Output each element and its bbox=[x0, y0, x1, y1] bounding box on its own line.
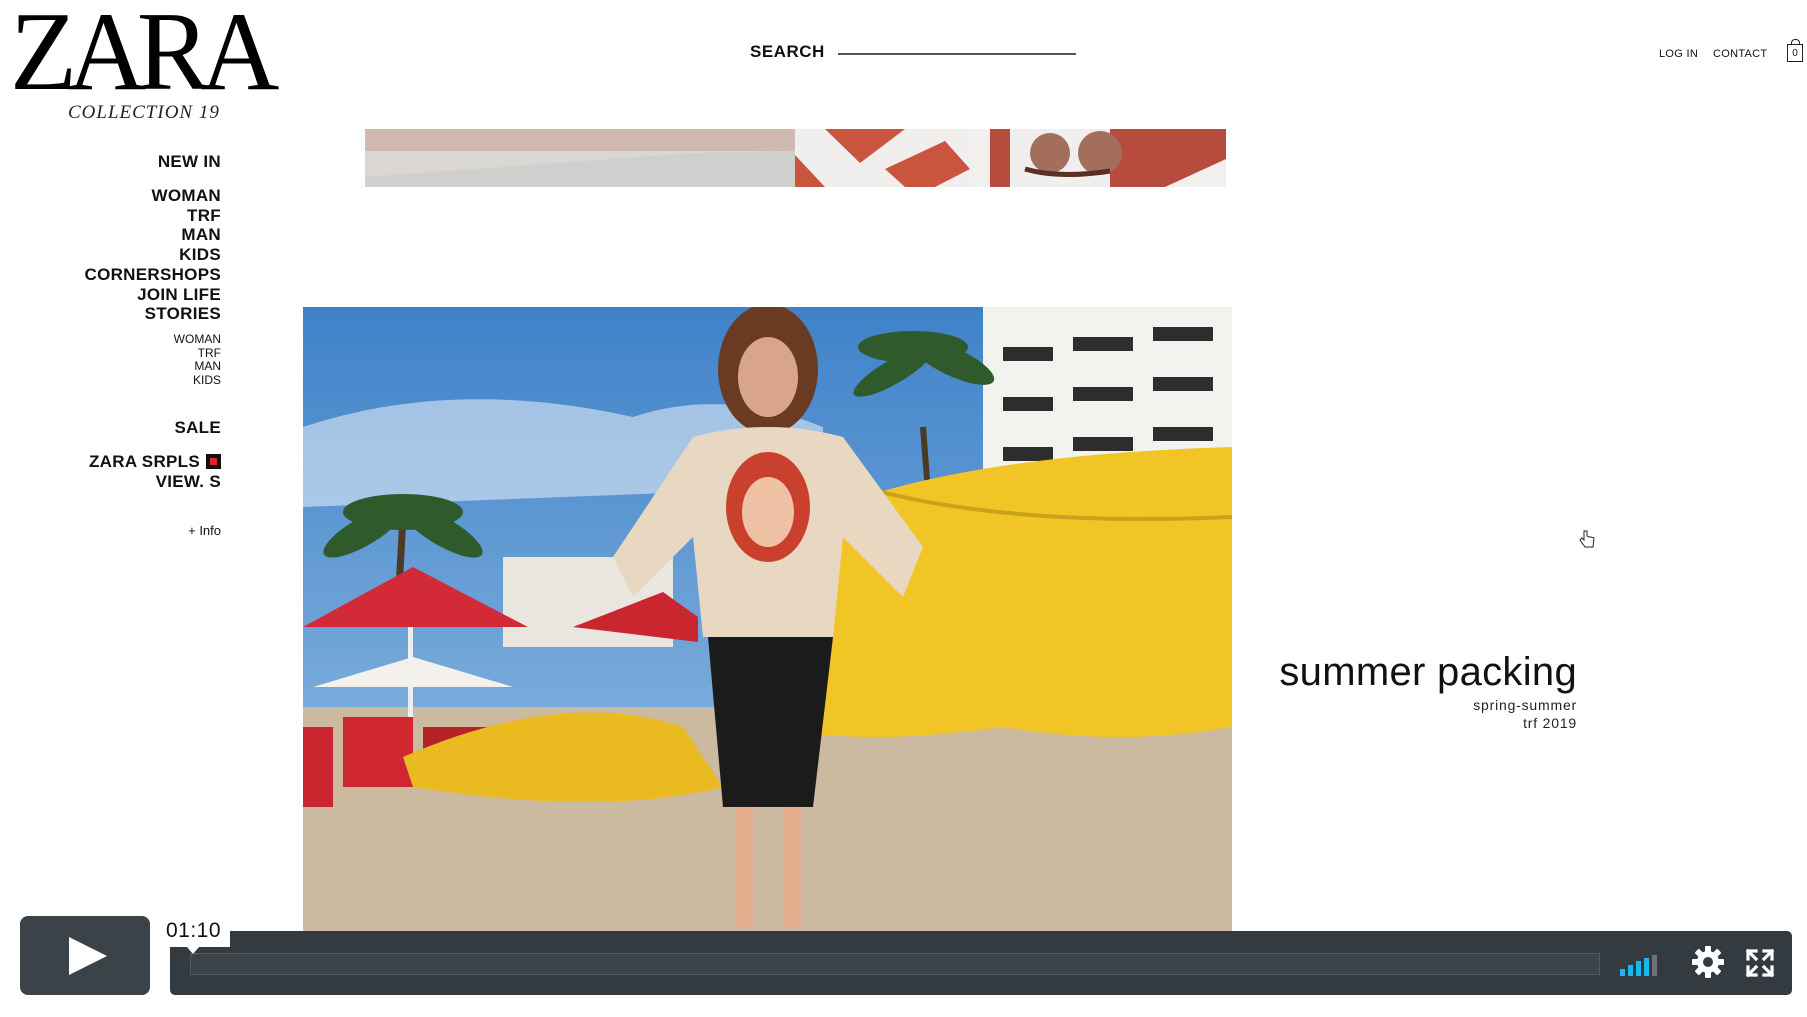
volume-icon[interactable] bbox=[1620, 954, 1670, 976]
nav-views[interactable]: VIEW. S bbox=[89, 472, 221, 492]
campaign-season: spring-summer bbox=[1473, 697, 1577, 713]
zara-logo[interactable]: ZARA COLLECTION 19 bbox=[10, 0, 279, 124]
nav-main-list: WOMAN TRF MAN KIDS CORNERSHOPS JOIN LIFE… bbox=[85, 186, 222, 324]
search-underline bbox=[838, 53, 1076, 55]
video-progress-track[interactable] bbox=[190, 953, 1600, 975]
campaign-line: trf 2019 bbox=[1523, 715, 1577, 731]
nav-new-in[interactable]: NEW IN bbox=[158, 152, 221, 172]
nav-sub-woman[interactable]: WOMAN bbox=[174, 332, 221, 347]
nav-trf[interactable]: TRF bbox=[85, 206, 222, 226]
bag-count: 0 bbox=[1792, 48, 1798, 59]
shopping-bag-icon[interactable]: 0 bbox=[1787, 39, 1803, 62]
collection-subtitle: COLLECTION 19 bbox=[68, 102, 220, 123]
nav-sub-kids[interactable]: KIDS bbox=[174, 373, 221, 388]
srpls-label: ZARA SRPLS bbox=[89, 452, 200, 471]
campaign-title[interactable]: summer packing bbox=[1279, 650, 1577, 695]
nav-kids[interactable]: KIDS bbox=[85, 245, 222, 265]
nav-stories[interactable]: STORIES bbox=[85, 304, 222, 324]
fullscreen-icon[interactable] bbox=[1745, 948, 1775, 978]
search-label: SEARCH bbox=[750, 42, 825, 61]
nav-stories-sub: WOMAN TRF MAN KIDS bbox=[174, 332, 221, 388]
gear-icon[interactable] bbox=[1690, 944, 1726, 980]
strip-photo bbox=[365, 129, 1226, 187]
nav-sub-man[interactable]: MAN bbox=[174, 359, 221, 374]
login-link[interactable]: LOG IN bbox=[1659, 48, 1698, 60]
nav-info[interactable]: + Info bbox=[188, 524, 221, 538]
campaign-strip-image[interactable] bbox=[365, 129, 1226, 187]
sidebar-nav: NEW IN bbox=[158, 152, 221, 172]
nav-sale[interactable]: SALE bbox=[174, 418, 221, 438]
nav-woman[interactable]: WOMAN bbox=[85, 186, 222, 206]
logo-wordmark: ZARA bbox=[10, 0, 279, 114]
hero-photo bbox=[303, 307, 1232, 952]
contact-link[interactable]: CONTACT bbox=[1713, 48, 1767, 60]
hand-cursor-icon bbox=[1579, 530, 1595, 548]
nav-man[interactable]: MAN bbox=[85, 225, 222, 245]
nav-cornershops[interactable]: CORNERSHOPS bbox=[85, 265, 222, 285]
hero-campaign-image[interactable] bbox=[303, 307, 1232, 952]
nav-sub-trf[interactable]: TRF bbox=[174, 346, 221, 361]
nav-zara-srpls[interactable]: ZARA SRPLS bbox=[89, 452, 221, 472]
video-timestamp: 01:10 bbox=[157, 915, 230, 954]
play-button[interactable] bbox=[20, 916, 150, 995]
srpls-badge-icon bbox=[206, 454, 221, 469]
nav-join-life[interactable]: JOIN LIFE bbox=[85, 285, 222, 305]
